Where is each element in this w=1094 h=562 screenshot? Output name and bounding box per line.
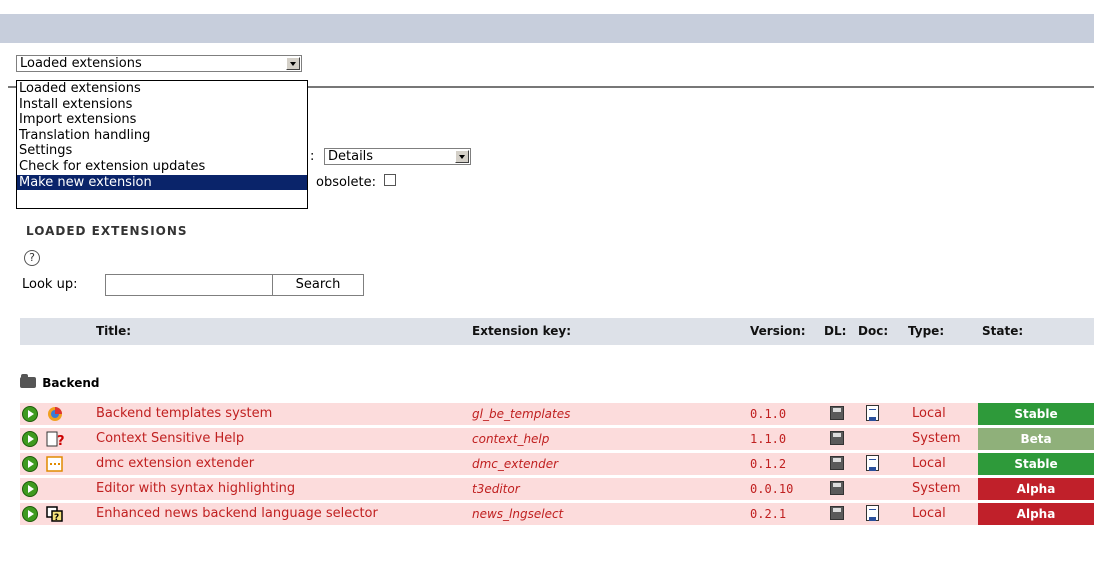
header-extension-key: Extension key: <box>472 324 571 338</box>
install-go-icon[interactable] <box>22 481 38 497</box>
top-bar <box>0 0 1094 43</box>
row-extension-key: gl_be_templates <box>472 407 571 421</box>
table-row: ? Enhanced news backend language selecto… <box>20 503 1094 525</box>
row-type: Local <box>912 506 946 521</box>
row-version: 0.1.0 <box>750 407 787 421</box>
row-extension-key: news_lngselect <box>472 507 564 521</box>
row-title[interactable]: Editor with syntax highlighting <box>96 478 295 500</box>
header-title: Title: <box>96 324 132 338</box>
menu-option-translation-handling[interactable]: Translation handling <box>17 128 307 144</box>
row-type: System <box>912 481 961 496</box>
header-type: Type: <box>908 324 945 338</box>
row-title[interactable]: Backend templates system <box>96 403 272 425</box>
document-icon[interactable] <box>866 455 879 471</box>
menu-option-install-extensions[interactable]: Install extensions <box>17 97 307 113</box>
display-select[interactable]: Details <box>324 148 471 165</box>
function-menu-value: Loaded extensions <box>20 56 142 71</box>
search-button[interactable]: Search <box>272 274 364 296</box>
lookup-input[interactable] <box>105 274 273 296</box>
state-badge: Alpha <box>978 478 1094 500</box>
extender-icon <box>46 456 63 472</box>
state-badge: Beta <box>978 428 1094 450</box>
display-label-colon: : <box>310 149 315 164</box>
function-menu-select[interactable]: Loaded extensions <box>16 55 302 72</box>
svg-text:?: ? <box>54 513 59 522</box>
category-row: Backend <box>20 371 99 395</box>
row-extension-key: t3editor <box>472 482 520 496</box>
menu-option-import-extensions[interactable]: Import extensions <box>17 112 307 128</box>
state-badge: Stable <box>978 453 1094 475</box>
row-type: System <box>912 431 961 446</box>
header-state: State: <box>982 324 1024 338</box>
help-icon[interactable]: ? <box>24 250 40 266</box>
row-version: 0.0.10 <box>750 482 794 496</box>
state-badge: Stable <box>978 403 1094 425</box>
install-go-icon[interactable] <box>22 456 38 472</box>
row-extension-key: context_help <box>472 432 550 446</box>
section-title: LOADED EXTENSIONS <box>26 224 188 238</box>
table-row: dmc extension extender dmc_extender 0.1.… <box>20 453 1094 475</box>
header-version: Version: <box>750 324 806 338</box>
templates-icon <box>48 407 62 421</box>
row-version: 0.1.2 <box>750 457 787 471</box>
row-type: Local <box>912 456 946 471</box>
table-row: Backend templates system gl_be_templates… <box>20 403 1094 425</box>
download-icon[interactable] <box>830 481 844 495</box>
document-icon[interactable] <box>866 505 879 521</box>
function-menu-dropdown[interactable]: Loaded extensions Install extensions Imp… <box>16 80 308 209</box>
lookup-label: Look up: <box>22 277 78 292</box>
download-icon[interactable] <box>830 506 844 520</box>
obsolete-label: obsolete: <box>316 175 377 190</box>
download-icon[interactable] <box>830 406 844 420</box>
folder-icon <box>20 374 36 388</box>
row-version: 1.1.0 <box>750 432 787 446</box>
row-extension-key: dmc_extender <box>472 457 559 471</box>
obsolete-checkbox[interactable] <box>384 174 396 186</box>
menu-option-make-new-extension[interactable]: Make new extension <box>17 174 307 191</box>
state-badge: Alpha <box>978 503 1094 525</box>
install-go-icon[interactable] <box>22 406 38 422</box>
table-row: ? Context Sensitive Help context_help 1.… <box>20 428 1094 450</box>
table-row: Editor with syntax highlighting t3editor… <box>20 478 1094 500</box>
svg-text:?: ? <box>57 434 64 447</box>
header-doc: Doc: <box>858 324 889 338</box>
download-icon[interactable] <box>830 431 844 445</box>
row-type: Local <box>912 406 946 421</box>
row-title[interactable]: dmc extension extender <box>96 453 254 475</box>
chevron-down-icon[interactable] <box>286 57 300 70</box>
table-header: Title: Extension key: Version: DL: Doc: … <box>20 318 1094 345</box>
display-select-value: Details <box>328 149 374 164</box>
download-icon[interactable] <box>830 456 844 470</box>
row-title[interactable]: Context Sensitive Help <box>96 428 244 450</box>
chevron-down-icon[interactable] <box>455 150 469 163</box>
help-document-icon: ? <box>46 431 64 447</box>
row-title[interactable]: Enhanced news backend language selector <box>96 503 378 525</box>
install-go-icon[interactable] <box>22 431 38 447</box>
top-band <box>0 14 1094 43</box>
row-version: 0.2.1 <box>750 507 787 521</box>
menu-option-loaded-extensions[interactable]: Loaded extensions <box>17 81 307 97</box>
category-label: Backend <box>42 376 100 390</box>
menu-option-settings[interactable]: Settings <box>17 143 307 159</box>
header-dl: DL: <box>824 324 847 338</box>
document-icon[interactable] <box>866 405 879 421</box>
menu-option-check-updates[interactable]: Check for extension updates <box>17 159 307 175</box>
install-go-icon[interactable] <box>22 506 38 522</box>
language-selector-icon: ? <box>46 506 63 522</box>
